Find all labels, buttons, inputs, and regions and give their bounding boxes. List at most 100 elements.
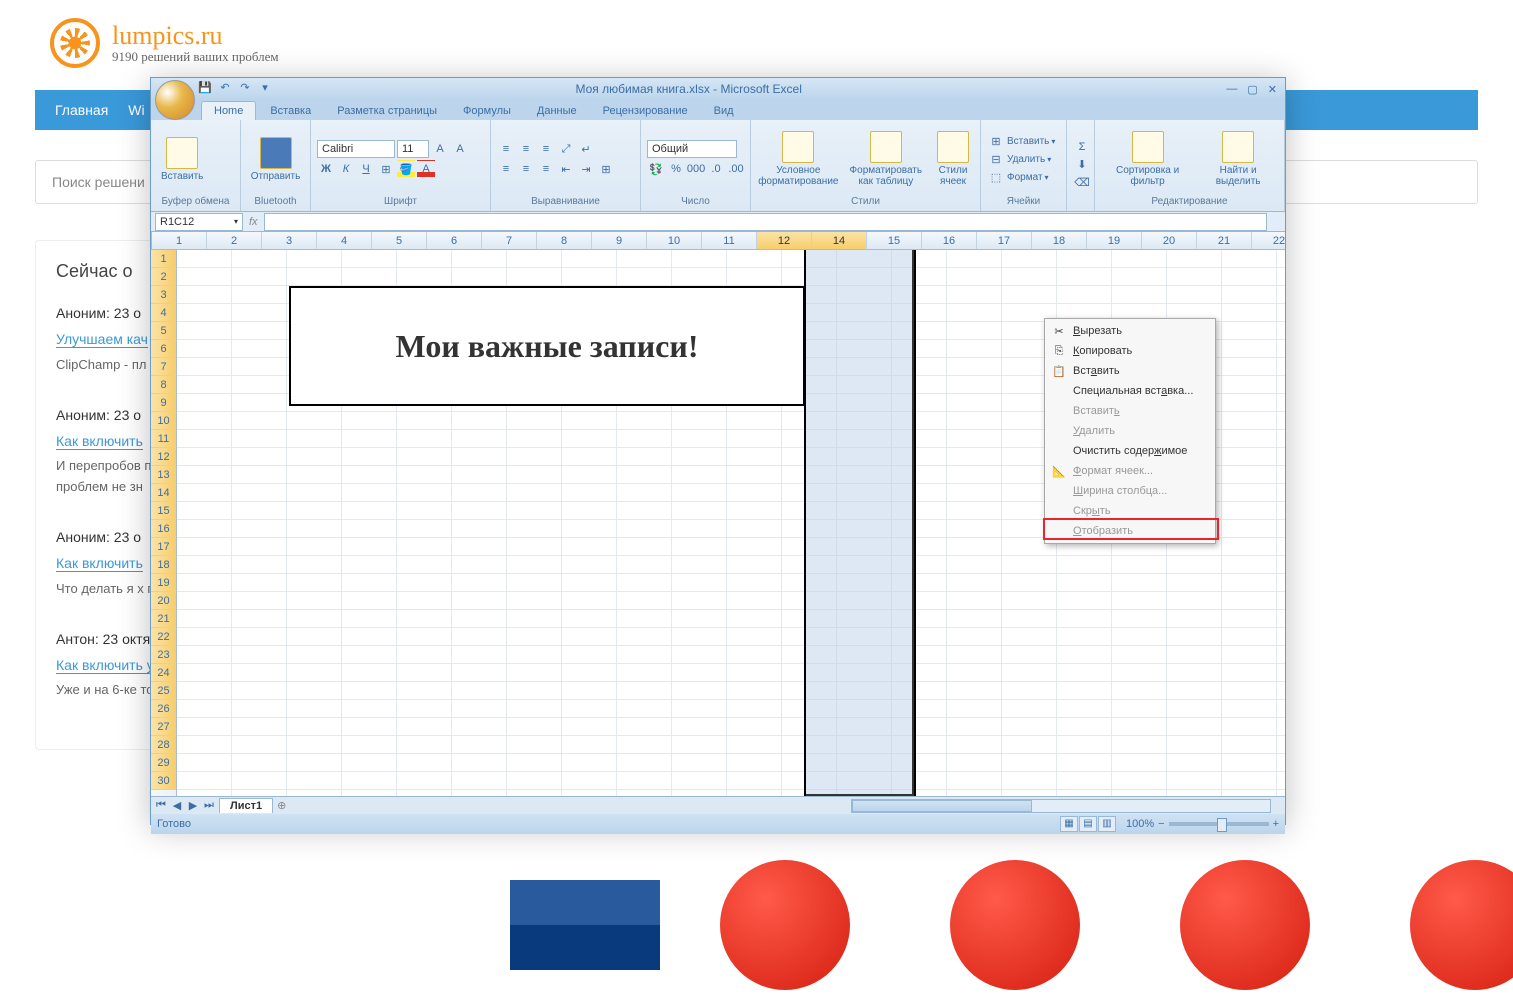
col-header-14[interactable]: 14	[812, 232, 867, 249]
row-header-23[interactable]: 23	[151, 646, 176, 664]
minimize-icon[interactable]: —	[1226, 83, 1237, 96]
row-header-30[interactable]: 30	[151, 772, 176, 790]
page-layout-view-icon[interactable]: ▤	[1079, 816, 1097, 832]
title-bar[interactable]: 💾 ↶ ↷ ▾ Моя любимая книга.xlsx - Microso…	[151, 78, 1285, 100]
fx-icon[interactable]: fx	[249, 216, 258, 228]
sort-filter-button[interactable]: Сортировка и фильтр	[1101, 129, 1194, 189]
col-header-6[interactable]: 6	[427, 232, 482, 249]
zoom-in-icon[interactable]: +	[1273, 818, 1279, 830]
row-header-2[interactable]: 2	[151, 268, 176, 286]
merge-icon[interactable]: ⊞	[597, 160, 615, 178]
ctx-cut[interactable]: ✂Вырезать	[1047, 321, 1213, 341]
sheet-last-icon[interactable]: ⏭	[201, 799, 217, 812]
tab-data[interactable]: Данные	[525, 102, 589, 120]
find-select-button[interactable]: Найти и выделить	[1198, 129, 1278, 189]
row-header-8[interactable]: 8	[151, 376, 176, 394]
row-header-20[interactable]: 20	[151, 592, 176, 610]
send-bluetooth-button[interactable]: Отправить	[247, 135, 304, 184]
percent-icon[interactable]: %	[667, 160, 685, 178]
font-name-combo[interactable]: Calibri	[317, 140, 395, 158]
col-header-19[interactable]: 19	[1087, 232, 1142, 249]
tab-layout[interactable]: Разметка страницы	[325, 102, 449, 120]
normal-view-icon[interactable]: ▦	[1060, 816, 1078, 832]
sheet-prev-icon[interactable]: ◀	[169, 799, 185, 812]
row-header-15[interactable]: 15	[151, 502, 176, 520]
qat-more-icon[interactable]: ▾	[257, 80, 273, 96]
format-as-table-button[interactable]: Форматировать как таблицу	[844, 129, 928, 189]
fill-icon[interactable]: ⬇	[1073, 156, 1091, 174]
site-name[interactable]: lumpics.ru	[112, 21, 279, 51]
row-header-7[interactable]: 7	[151, 358, 176, 376]
col-header-18[interactable]: 18	[1032, 232, 1087, 249]
row-header-29[interactable]: 29	[151, 754, 176, 772]
align-top-icon[interactable]: ≡	[497, 140, 515, 158]
dec-decimal-icon[interactable]: .00	[727, 160, 745, 178]
save-icon[interactable]: 💾	[197, 80, 213, 96]
align-right-icon[interactable]: ≡	[537, 160, 555, 178]
col-header-17[interactable]: 17	[977, 232, 1032, 249]
row-header-16[interactable]: 16	[151, 520, 176, 538]
row-header-18[interactable]: 18	[151, 556, 176, 574]
col-header-5[interactable]: 5	[372, 232, 427, 249]
indent-inc-icon[interactable]: ⇥	[577, 160, 595, 178]
page-break-view-icon[interactable]: ▥	[1098, 816, 1116, 832]
col-header-2[interactable]: 2	[207, 232, 262, 249]
col-header-20[interactable]: 20	[1142, 232, 1197, 249]
row-header-13[interactable]: 13	[151, 466, 176, 484]
col-header-1[interactable]: 1	[152, 232, 207, 249]
col-header-22[interactable]: 22	[1252, 232, 1285, 249]
wrap-text-icon[interactable]: ↵	[577, 140, 595, 158]
row-header-5[interactable]: 5	[151, 322, 176, 340]
delete-cells-button[interactable]: ⊟Удалить▾	[987, 150, 1055, 168]
name-box[interactable]: R1C12▾	[155, 213, 243, 231]
nav-wi[interactable]: Wi	[128, 102, 144, 118]
underline-button[interactable]: Ч	[357, 160, 375, 178]
tab-view[interactable]: Вид	[702, 102, 746, 120]
ctx-copy[interactable]: ⎘Копировать	[1047, 341, 1213, 361]
row-header-19[interactable]: 19	[151, 574, 176, 592]
maximize-icon[interactable]: ▢	[1247, 83, 1257, 96]
ctx-clear[interactable]: Очистить содержимое	[1047, 441, 1213, 461]
sheet-first-icon[interactable]: ⏮	[153, 799, 169, 812]
row-header-25[interactable]: 25	[151, 682, 176, 700]
zoom-slider[interactable]	[1169, 822, 1269, 826]
align-center-icon[interactable]: ≡	[517, 160, 535, 178]
tab-home[interactable]: Home	[201, 101, 256, 120]
row-header-12[interactable]: 12	[151, 448, 176, 466]
row-header-9[interactable]: 9	[151, 394, 176, 412]
col-header-11[interactable]: 11	[702, 232, 757, 249]
row-header-21[interactable]: 21	[151, 610, 176, 628]
row-header-4[interactable]: 4	[151, 304, 176, 322]
shrink-font-icon[interactable]: A	[451, 140, 469, 158]
col-header-16[interactable]: 16	[922, 232, 977, 249]
font-color-button[interactable]: A	[417, 160, 435, 178]
italic-button[interactable]: К	[337, 160, 355, 178]
close-icon[interactable]: ✕	[1268, 83, 1277, 96]
inc-decimal-icon[interactable]: .0	[707, 160, 725, 178]
row-header-22[interactable]: 22	[151, 628, 176, 646]
nav-home[interactable]: Главная	[55, 102, 108, 118]
row-header-24[interactable]: 24	[151, 664, 176, 682]
orientation-icon[interactable]: ⤢	[557, 140, 575, 158]
row-header-27[interactable]: 27	[151, 718, 176, 736]
col-header-21[interactable]: 21	[1197, 232, 1252, 249]
align-left-icon[interactable]: ≡	[497, 160, 515, 178]
ctx-paste-special[interactable]: Специальная вставка...	[1047, 381, 1213, 401]
row-header-26[interactable]: 26	[151, 700, 176, 718]
new-sheet-icon[interactable]: ⊕	[277, 799, 286, 812]
col-header-12[interactable]: 12	[757, 232, 812, 249]
tab-review[interactable]: Рецензирование	[591, 102, 700, 120]
ctx-paste[interactable]: 📋Вставить	[1047, 361, 1213, 381]
sheet-next-icon[interactable]: ▶	[185, 799, 201, 812]
col-header-7[interactable]: 7	[482, 232, 537, 249]
col-header-3[interactable]: 3	[262, 232, 317, 249]
align-bottom-icon[interactable]: ≡	[537, 140, 555, 158]
comment-link[interactable]: Как включить	[56, 433, 143, 450]
col-header-4[interactable]: 4	[317, 232, 372, 249]
text-box-shape[interactable]: Мои важные записи!	[289, 286, 805, 406]
redo-icon[interactable]: ↷	[237, 80, 253, 96]
zoom-value[interactable]: 100%	[1126, 818, 1154, 830]
font-size-combo[interactable]: 11	[397, 140, 429, 158]
scroll-thumb[interactable]	[852, 800, 1032, 812]
insert-cells-button[interactable]: ⊞Вставить▾	[987, 132, 1055, 150]
